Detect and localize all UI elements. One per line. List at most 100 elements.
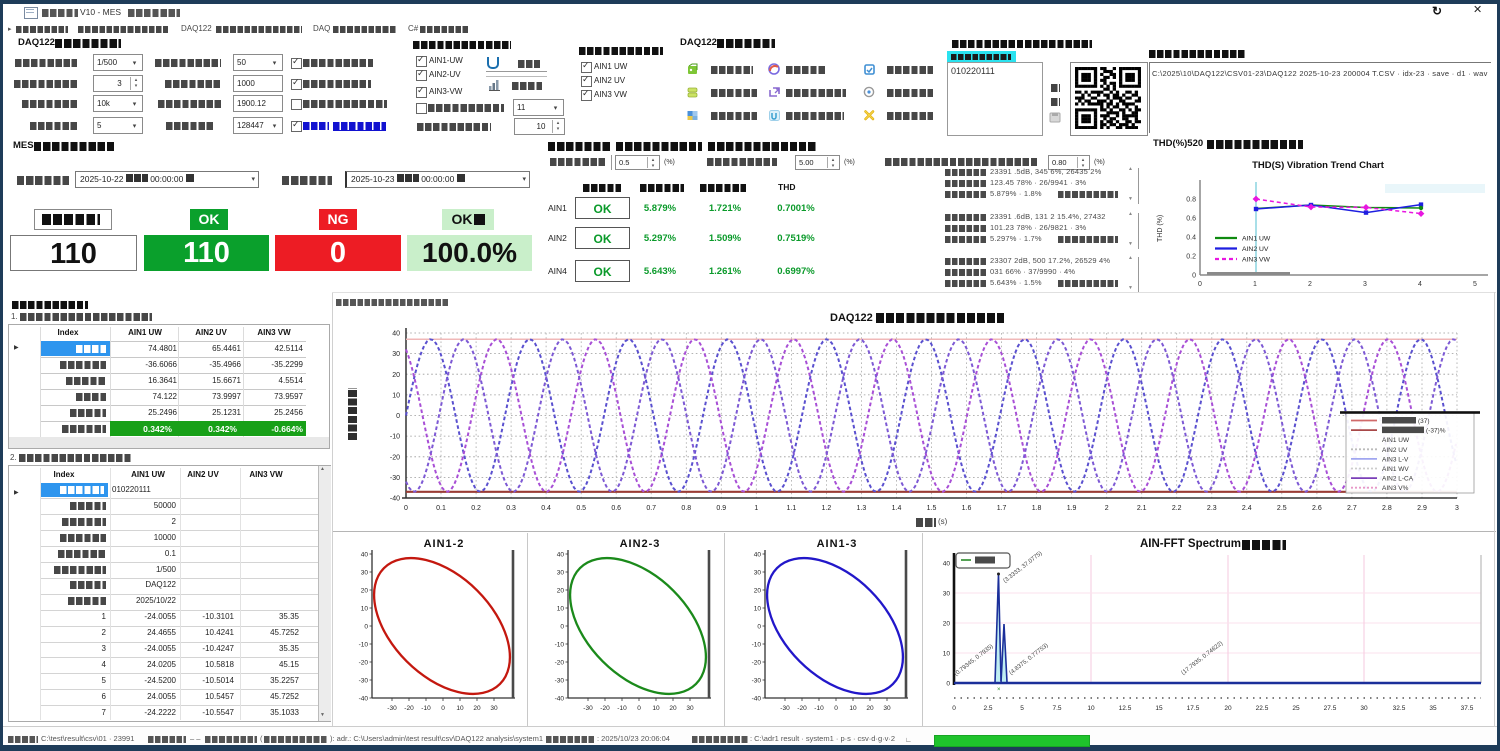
svg-text:-30: -30 [555, 678, 565, 685]
svg-text:-30: -30 [780, 705, 790, 712]
svg-text:-20: -20 [390, 454, 400, 461]
svg-text:35: 35 [1429, 705, 1437, 712]
svg-text:20: 20 [669, 705, 677, 712]
svg-text:1.7: 1.7 [997, 505, 1007, 512]
svg-text:-20: -20 [359, 660, 369, 667]
svg-text:0.2: 0.2 [471, 505, 481, 512]
svg-text:2: 2 [1308, 281, 1312, 288]
svg-text:0.8: 0.8 [681, 505, 691, 512]
svg-text:(-37)%: (-37)% [1426, 428, 1446, 435]
svg-text:0.6: 0.6 [1186, 216, 1196, 223]
svg-text:AIN3 VW: AIN3 VW [1242, 257, 1271, 264]
svg-text:37.5: 37.5 [1461, 705, 1474, 712]
svg-text:2.7: 2.7 [1347, 505, 1357, 512]
svg-text:30: 30 [392, 351, 400, 358]
svg-text:40: 40 [361, 552, 369, 559]
svg-text:5: 5 [1473, 281, 1477, 288]
svg-text:20: 20 [943, 621, 951, 628]
svg-text:(4.8375, 0.77753): (4.8375, 0.77753) [1009, 643, 1050, 677]
svg-text:(17.7935, 0.74622): (17.7935, 0.74622) [1181, 641, 1225, 677]
svg-text:20: 20 [361, 588, 369, 595]
svg-text:0.4: 0.4 [541, 505, 551, 512]
svg-text:-20: -20 [600, 705, 610, 712]
svg-text:-10: -10 [390, 434, 400, 441]
svg-text:30: 30 [943, 591, 951, 598]
svg-text:AIN1 WV: AIN1 WV [1382, 466, 1409, 473]
svg-text:-40: -40 [555, 696, 565, 703]
svg-text:1: 1 [754, 505, 758, 512]
svg-text:30: 30 [490, 705, 498, 712]
svg-text:-20: -20 [797, 705, 807, 712]
svg-text:10: 10 [361, 606, 369, 613]
svg-text:2.6: 2.6 [1312, 505, 1322, 512]
svg-text:1.2: 1.2 [822, 505, 832, 512]
svg-text:2.1: 2.1 [1137, 505, 1147, 512]
svg-text:32.5: 32.5 [1393, 705, 1406, 712]
svg-text:AIN2 L-CA: AIN2 L-CA [1382, 476, 1414, 483]
svg-text:0: 0 [396, 413, 400, 420]
svg-text:30: 30 [557, 570, 565, 577]
svg-text:0: 0 [637, 705, 641, 712]
svg-text:0: 0 [834, 705, 838, 712]
svg-text:17.5: 17.5 [1187, 705, 1200, 712]
svg-text:30: 30 [361, 570, 369, 577]
svg-text:1: 1 [1253, 281, 1257, 288]
svg-text:40: 40 [943, 561, 951, 568]
svg-text:1.9: 1.9 [1067, 505, 1077, 512]
svg-text:-10: -10 [617, 705, 627, 712]
svg-text:10: 10 [557, 606, 565, 613]
svg-text:20: 20 [473, 705, 481, 712]
svg-text:0.4: 0.4 [1186, 235, 1196, 242]
svg-text:0: 0 [404, 505, 408, 512]
svg-text:10: 10 [392, 392, 400, 399]
svg-text:20: 20 [392, 372, 400, 379]
svg-text:20: 20 [557, 588, 565, 595]
svg-text:-10: -10 [752, 642, 762, 649]
svg-text:0: 0 [364, 624, 368, 631]
svg-text:0: 0 [441, 705, 445, 712]
svg-text:AIN2 UV: AIN2 UV [1242, 246, 1269, 253]
svg-text:1.8: 1.8 [1032, 505, 1042, 512]
svg-text:10: 10 [652, 705, 660, 712]
svg-text:10: 10 [456, 705, 464, 712]
svg-text:-40: -40 [359, 696, 369, 703]
svg-text:0: 0 [1198, 281, 1202, 288]
svg-text:AIN3 L-V: AIN3 L-V [1382, 456, 1409, 463]
svg-text:2.8: 2.8 [1382, 505, 1392, 512]
svg-text:1.6: 1.6 [962, 505, 972, 512]
svg-text:0.6: 0.6 [611, 505, 621, 512]
svg-text:×: × [997, 687, 1001, 693]
svg-text:(0.79345, 0.7935): (0.79345, 0.7935) [954, 644, 995, 678]
svg-text:-10: -10 [421, 705, 431, 712]
svg-text:0.2: 0.2 [1186, 254, 1196, 261]
svg-text:25: 25 [1292, 705, 1300, 712]
svg-text:30: 30 [883, 705, 891, 712]
svg-text:2.3: 2.3 [1207, 505, 1217, 512]
svg-text:1.1: 1.1 [787, 505, 797, 512]
svg-text:-30: -30 [359, 678, 369, 685]
svg-text:AIN1 UW: AIN1 UW [1242, 236, 1271, 243]
svg-text:AIN1 UW: AIN1 UW [1382, 437, 1410, 444]
svg-text:7.5: 7.5 [1052, 705, 1061, 712]
svg-text:10: 10 [1087, 705, 1095, 712]
svg-text:-20: -20 [404, 705, 414, 712]
svg-text:30: 30 [754, 570, 762, 577]
svg-text:27.5: 27.5 [1324, 705, 1337, 712]
svg-text:AIN2 UV: AIN2 UV [1382, 447, 1408, 454]
svg-text:20: 20 [866, 705, 874, 712]
svg-text:10: 10 [849, 705, 857, 712]
svg-text:15: 15 [1155, 705, 1163, 712]
svg-text:0.7: 0.7 [646, 505, 656, 512]
svg-text:-10: -10 [359, 642, 369, 649]
svg-text:40: 40 [392, 331, 400, 338]
svg-text:-40: -40 [752, 696, 762, 703]
svg-text:10: 10 [943, 651, 951, 658]
svg-text:-40: -40 [390, 496, 400, 503]
svg-text:1.5: 1.5 [927, 505, 937, 512]
svg-text:0: 0 [757, 624, 761, 631]
svg-text:-30: -30 [752, 678, 762, 685]
svg-text:30: 30 [1360, 705, 1368, 712]
svg-text:0: 0 [1192, 273, 1196, 280]
svg-text:10: 10 [754, 606, 762, 613]
svg-text:2.4: 2.4 [1242, 505, 1252, 512]
